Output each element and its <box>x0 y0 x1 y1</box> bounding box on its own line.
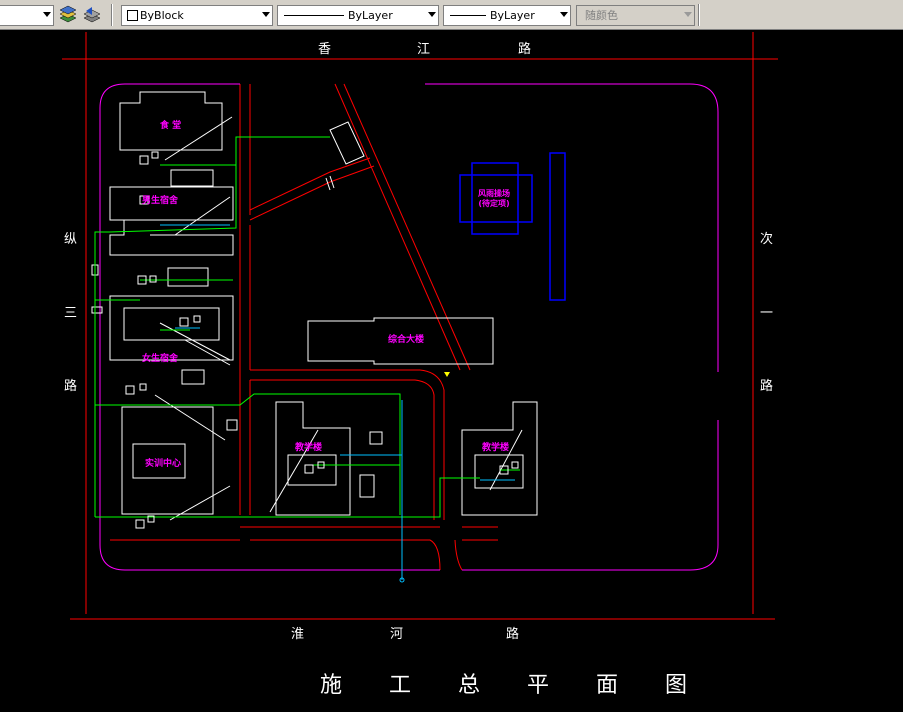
label-male-dorm: 男生宿舍 <box>142 196 179 206</box>
plotstyle-combo-value: 随颜色 <box>585 9 618 22</box>
drawing-canvas[interactable]: 香 江 路 淮 河 路 纵 三 路 次 一 路 食 堂 男生宿舍 女生宿舍 实训… <box>0 30 903 712</box>
plotstyle-combo: 随颜色 <box>576 5 695 26</box>
label-rain-corridor-line1: 风雨操场 <box>478 189 510 198</box>
lineweight-combo-value: ByLayer <box>490 9 535 22</box>
label-training-center: 实训中心 <box>145 459 182 469</box>
label-teaching-building-1: 教学楼 <box>295 443 323 453</box>
label-teaching-building-2: 教学楼 <box>482 443 510 453</box>
layer-combo[interactable] <box>0 5 54 26</box>
chevron-down-icon <box>560 12 568 17</box>
linetype-combo-value: ByLayer <box>348 9 393 22</box>
road-left-char-2: 三 <box>64 306 78 321</box>
marker-icon <box>444 372 450 377</box>
label-canteen: 食 堂 <box>160 121 182 131</box>
lineweight-preview <box>450 15 486 16</box>
label-complex-building: 综合大楼 <box>388 335 425 345</box>
road-left-char-1: 纵 <box>64 232 78 247</box>
road-top-char-1: 香 <box>318 42 332 57</box>
color-swatch <box>127 10 138 21</box>
lineweight-combo[interactable]: ByLayer <box>443 5 571 26</box>
road-bottom-char-3: 路 <box>506 627 520 642</box>
linetype-preview <box>284 15 344 16</box>
road-top-char-3: 路 <box>518 42 532 57</box>
color-combo-value: ByBlock <box>140 9 184 22</box>
road-bottom-char-2: 河 <box>390 627 404 642</box>
drawing-title: 施 工 总 平 面 图 <box>320 673 707 698</box>
road-top-char-2: 江 <box>417 42 431 57</box>
linetype-combo[interactable]: ByLayer <box>277 5 439 26</box>
chevron-down-icon <box>684 12 692 17</box>
properties-toolbar: ByBlock ByLayer ByLayer 随颜色 <box>0 0 903 30</box>
road-bottom-char-1: 淮 <box>291 627 305 642</box>
chevron-down-icon <box>428 12 436 17</box>
site-plan-drawing <box>62 32 778 620</box>
site-boundary <box>99 83 719 571</box>
label-rain-corridor-line2: (待定项) <box>478 199 510 208</box>
road-left-char-3: 路 <box>64 379 78 394</box>
road-right-char-1: 次 <box>760 232 774 247</box>
label-rain-corridor: 风雨操场 (待定项) <box>478 189 510 209</box>
chevron-down-icon <box>43 12 51 17</box>
layer-previous-icon[interactable] <box>82 5 102 25</box>
layer-stack-icon[interactable] <box>58 5 78 25</box>
road-right-char-2: 一 <box>760 306 774 321</box>
chevron-down-icon <box>262 12 270 17</box>
label-female-dorm: 女生宿舍 <box>142 354 179 364</box>
blue-structures <box>459 152 566 301</box>
toolbar-separator <box>111 4 113 26</box>
color-combo[interactable]: ByBlock <box>121 5 273 26</box>
road-right-char-3: 路 <box>760 379 774 394</box>
toolbar-separator <box>698 4 700 26</box>
